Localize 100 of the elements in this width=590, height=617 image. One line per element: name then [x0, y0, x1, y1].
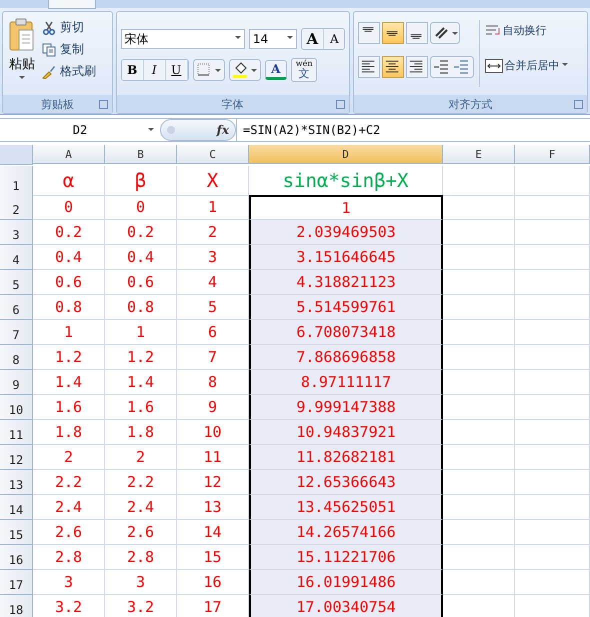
table-cell — [443, 295, 515, 320]
table-cell: 1.8 — [105, 420, 177, 445]
table-cell — [443, 545, 515, 570]
table-cell: 1 — [33, 320, 105, 345]
table-cell: 2.4 — [105, 495, 177, 520]
align-middle-button[interactable] — [382, 22, 404, 44]
table-cell: 1.2 — [33, 345, 105, 370]
table-cell: 2 — [105, 445, 177, 470]
splitter-handle[interactable] — [167, 126, 175, 134]
row-header[interactable]: 4 — [0, 245, 33, 270]
table-cell: 0.2 — [33, 220, 105, 245]
indent-icon[interactable] — [430, 56, 474, 78]
column-header[interactable]: F — [515, 145, 590, 164]
column-header[interactable]: D — [249, 145, 443, 164]
table-cell: 1.4 — [105, 370, 177, 395]
align-left-button[interactable] — [358, 56, 380, 78]
column-header[interactable]: B — [105, 145, 177, 164]
table-cell: 3.151646645 — [249, 245, 443, 270]
font-size-field[interactable]: 14 — [248, 29, 297, 49]
table-cell: 2.039469503 — [249, 220, 443, 245]
paste-button[interactable]: 粘贴 — [7, 16, 37, 91]
row-header[interactable]: 13 — [0, 470, 33, 495]
table-cell: 6.708073418 — [249, 320, 443, 345]
font-family-field[interactable]: 宋体 — [120, 29, 245, 49]
table-cell — [443, 395, 515, 420]
fill-color-icon[interactable] — [228, 59, 261, 81]
table-cell: 3.2 — [33, 595, 105, 617]
insert-function-button[interactable]: fx — [216, 123, 229, 137]
row-header[interactable]: 7 — [0, 320, 33, 345]
table-cell: 0.6 — [105, 270, 177, 295]
row-header[interactable]: 14 — [0, 495, 33, 520]
row-header[interactable]: 18 — [0, 595, 33, 617]
cut-button[interactable]: 剪切 — [40, 18, 98, 37]
table-cell: 10.94837921 — [249, 420, 443, 445]
formula-field[interactable]: =SIN(A2)*SIN(B2)+C2 — [236, 119, 590, 141]
align-bottom-button[interactable] — [406, 22, 428, 44]
row-header[interactable]: 15 — [0, 520, 33, 545]
brush-icon — [42, 64, 56, 78]
phonetic-button[interactable]: wén 文 — [290, 58, 318, 82]
table-cell: 0.4 — [105, 245, 177, 270]
table-cell: 16.01991486 — [249, 570, 443, 595]
font-color-button[interactable]: A — [264, 60, 287, 80]
wrap-text-button[interactable]: 自动换行 — [484, 22, 568, 39]
row-header[interactable]: 10 — [0, 395, 33, 420]
grow-font-button[interactable]: A — [302, 29, 324, 49]
column-header[interactable]: E — [443, 145, 515, 164]
row-header[interactable]: 11 — [0, 420, 33, 445]
table-cell: 1.6 — [33, 395, 105, 420]
row-header[interactable]: 2 — [0, 195, 33, 220]
table-cell — [443, 470, 515, 495]
row-header[interactable]: 6 — [0, 295, 33, 320]
table-cell: 2.8 — [105, 545, 177, 570]
table-cell — [443, 420, 515, 445]
table-cell: 0 — [33, 195, 105, 220]
bold-button[interactable]: B — [122, 60, 144, 80]
scissors-icon — [42, 20, 56, 34]
table-cell: α — [33, 166, 105, 196]
table-cell: 7.868696858 — [249, 345, 443, 370]
align-lines-icon — [408, 60, 425, 74]
group-title: 剪贴板 — [40, 96, 74, 112]
name-box[interactable]: D2 — [0, 119, 160, 141]
column-header[interactable]: A — [33, 145, 105, 164]
copy-button[interactable]: 复制 — [40, 40, 98, 59]
table-cell — [443, 166, 515, 196]
align-top-button[interactable] — [358, 22, 380, 44]
brush-button[interactable]: 格式刷 — [40, 62, 98, 81]
row-header[interactable]: 8 — [0, 345, 33, 370]
clipboard-icon — [9, 18, 35, 52]
row-header[interactable]: 12 — [0, 445, 33, 470]
column-header[interactable]: C — [177, 145, 249, 164]
orientation-icon[interactable] — [430, 22, 460, 44]
row-header[interactable]: 5 — [0, 270, 33, 295]
table-cell: 1 — [105, 320, 177, 345]
table-cell — [443, 370, 515, 395]
copy-icon — [42, 42, 56, 56]
table-cell — [443, 445, 515, 470]
merge-center-button[interactable]: 合并后居中 — [484, 57, 568, 74]
table-cell: 2.2 — [105, 470, 177, 495]
row-header[interactable]: 16 — [0, 545, 33, 570]
align-right-button[interactable] — [406, 56, 428, 78]
table-cell: 0.8 — [33, 295, 105, 320]
row-header[interactable]: 17 — [0, 570, 33, 595]
table-cell: 11.82682181 — [249, 445, 443, 470]
table-cell: 2.6 — [33, 520, 105, 545]
table-cell: 8.97111117 — [249, 370, 443, 395]
dropdown-arrow-icon — [562, 62, 568, 68]
borders-icon[interactable] — [192, 59, 225, 81]
table-cell — [443, 320, 515, 345]
align-center-button[interactable] — [382, 56, 404, 78]
row-header[interactable]: 9 — [0, 370, 33, 395]
table-cell: 15.11221706 — [249, 545, 443, 570]
table-cell: 0.2 — [105, 220, 177, 245]
table-cell: 2.8 — [33, 545, 105, 570]
table-cell: 2 — [33, 445, 105, 470]
table-cell: 1.2 — [105, 345, 177, 370]
group-title: 字体 — [222, 96, 244, 112]
row-header[interactable]: 3 — [0, 220, 33, 245]
table-cell: 9.999147388 — [249, 395, 443, 420]
table-cell: 4.318821123 — [249, 270, 443, 295]
row-header[interactable]: 1 — [0, 166, 33, 196]
